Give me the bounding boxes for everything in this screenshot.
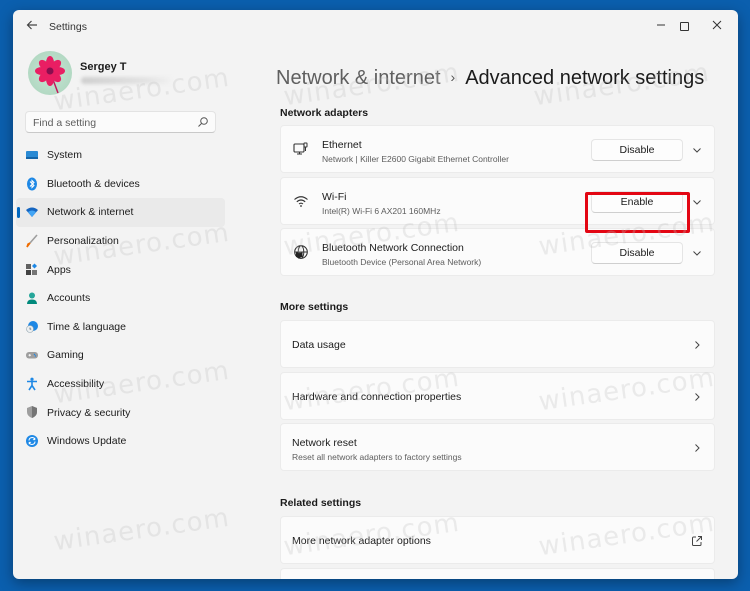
wifi-icon [26, 207, 38, 218]
adapter-title: Bluetooth Network Connection [322, 242, 464, 254]
adapter-card-ethernet[interactable]: Ethernet Network | Killer E2600 Gigabit … [280, 125, 715, 173]
minimize-button[interactable] [650, 16, 672, 36]
disable-bluetooth-network-button[interactable]: Disable [591, 242, 683, 264]
sidebar-item-label: Gaming [47, 349, 84, 362]
sidebar-item-label: Accessibility [47, 378, 105, 391]
setting-card-network-reset[interactable]: Network reset Reset all network adapters… [280, 423, 715, 471]
maximize-icon [679, 22, 689, 32]
chevron-right-icon [695, 444, 700, 452]
ethernet-icon [293, 142, 308, 155]
sidebar-item-label: Apps [47, 263, 71, 276]
adapter-title: Wi-Fi [322, 191, 347, 203]
search-input[interactable] [33, 115, 193, 130]
sidebar-item-windows-update[interactable]: Windows Update [16, 427, 225, 456]
settings-window: Settings Sergey T Find a setting System … [13, 10, 738, 579]
sidebar-item-accessibility[interactable]: Accessibility [16, 370, 225, 399]
adapter-card-wifi[interactable]: Wi-Fi Intel(R) Wi-Fi 6 AX201 160MHz Enab… [280, 177, 715, 225]
sidebar-item-system[interactable]: System [16, 141, 225, 170]
user-name: Sergey T [80, 61, 127, 73]
sidebar-item-label: Bluetooth & devices [47, 177, 140, 190]
gamepad-icon [26, 352, 38, 359]
setting-title: More network adapter options [292, 535, 431, 547]
shield-icon [27, 406, 37, 419]
chevron-down-icon[interactable] [691, 196, 703, 208]
enable-wifi-button[interactable]: Enable [591, 191, 683, 213]
sidebar-item-network[interactable]: Network & internet [16, 198, 225, 227]
title-bar: Settings [13, 10, 738, 44]
wifi-icon [294, 196, 308, 207]
setting-title: Data usage [292, 339, 346, 351]
section-title-more-settings: More settings [280, 301, 349, 313]
avatar[interactable] [28, 51, 72, 95]
adapter-subtitle: Bluetooth Device (Personal Area Network) [322, 257, 482, 267]
section-title-related-settings: Related settings [280, 497, 362, 509]
person-icon [27, 292, 37, 304]
sidebar-item-label: Network & internet [47, 206, 134, 219]
sidebar-item-label: Accounts [47, 292, 91, 305]
clock-globe-icon [26, 320, 38, 333]
brush-icon [26, 234, 38, 248]
monitor-icon [26, 151, 38, 159]
setting-card-partial[interactable] [280, 568, 715, 579]
minimize-icon [657, 24, 665, 26]
setting-card-data-usage[interactable]: Data usage [280, 320, 715, 368]
apps-icon [26, 263, 37, 276]
adapter-card-bluetooth-network[interactable]: Bluetooth Network Connection Bluetooth D… [280, 228, 715, 276]
sidebar-item-bluetooth[interactable]: Bluetooth & devices [16, 170, 225, 199]
setting-title: Hardware and connection properties [292, 391, 462, 403]
sidebar-item-accounts[interactable]: Accounts [16, 284, 225, 313]
back-arrow-icon [26, 20, 37, 30]
chevron-down-icon[interactable] [691, 247, 703, 259]
user-email-redacted [81, 77, 171, 84]
setting-title: Network reset [292, 437, 357, 449]
watermark: winaero.com [51, 502, 232, 558]
app-title: Settings [49, 21, 87, 33]
maximize-button[interactable] [673, 16, 695, 36]
chevron-down-icon[interactable] [691, 144, 703, 156]
chevron-right-icon [695, 393, 700, 401]
back-button[interactable] [23, 18, 41, 36]
search-icon[interactable] [197, 116, 209, 128]
adapter-title: Ethernet [322, 139, 362, 151]
sidebar-item-label: Windows Update [47, 435, 127, 448]
bluetooth-icon [27, 177, 37, 191]
sidebar-nav: System Bluetooth & devices Network & int… [13, 141, 233, 456]
section-title-network-adapters: Network adapters [280, 107, 369, 119]
adapter-subtitle: Intel(R) Wi-Fi 6 AX201 160MHz [322, 206, 441, 216]
sidebar-item-time-language[interactable]: Time & language [16, 313, 225, 342]
chevron-right-icon [695, 341, 700, 349]
sidebar-item-label: Time & language [47, 320, 126, 333]
setting-card-more-adapter-options[interactable]: More network adapter options [280, 516, 715, 564]
sidebar-item-label: System [47, 149, 83, 162]
adapter-subtitle: Network | Killer E2600 Gigabit Ethernet … [322, 154, 509, 164]
disable-ethernet-button[interactable]: Disable [591, 139, 683, 161]
close-button[interactable] [706, 16, 728, 36]
sidebar-item-apps[interactable]: Apps [16, 255, 225, 284]
update-icon [26, 434, 38, 447]
breadcrumb-separator: › [450, 69, 456, 85]
setting-subtitle: Reset all network adapters to factory se… [292, 452, 462, 462]
setting-card-hardware-properties[interactable]: Hardware and connection properties [280, 372, 715, 420]
external-link-icon [692, 536, 702, 546]
close-icon [712, 20, 722, 30]
breadcrumb: Network & internet › Advanced network sett… [276, 67, 704, 90]
page-title: Advanced network settings [465, 67, 705, 89]
flower-icon [35, 56, 65, 94]
sidebar-item-label: Privacy & security [47, 406, 131, 419]
sidebar-item-privacy-security[interactable]: Privacy & security [16, 398, 225, 427]
globe-network-icon [294, 245, 308, 259]
sidebar-item-personalization[interactable]: Personalization [16, 227, 225, 256]
accessibility-icon [27, 377, 37, 391]
breadcrumb-parent[interactable]: Network & internet [276, 67, 441, 89]
search-box[interactable] [25, 111, 216, 133]
watermark: winaero.com [51, 62, 232, 118]
sidebar-item-label: Personalization [47, 235, 119, 248]
sidebar-item-gaming[interactable]: Gaming [16, 341, 225, 370]
